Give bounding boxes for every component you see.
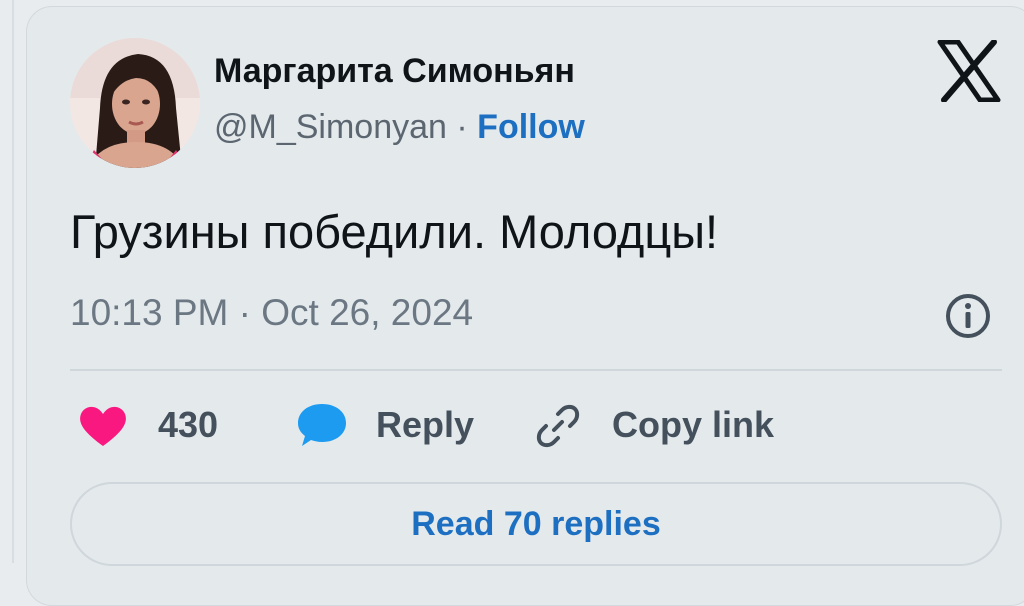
divider	[70, 369, 1002, 371]
follow-button[interactable]: Follow	[477, 108, 585, 146]
link-icon[interactable]	[534, 402, 582, 450]
avatar[interactable]	[70, 38, 200, 168]
avatar-photo	[70, 38, 200, 168]
reply-button[interactable]: Reply	[376, 404, 474, 446]
heart-icon[interactable]	[78, 404, 128, 448]
author-handle[interactable]: @M_Simonyan	[214, 108, 447, 146]
copy-link-button[interactable]: Copy link	[612, 404, 774, 446]
author-handle-row: @M_Simonyan · Follow	[214, 108, 585, 147]
x-logo-icon[interactable]	[936, 40, 1002, 102]
read-replies-button[interactable]: Read 70 replies	[70, 482, 1002, 566]
page-edge-line	[12, 0, 14, 563]
tweet-text: Грузины победили. Молодцы!	[70, 205, 719, 258]
like-count: 430	[158, 404, 219, 445]
speech-bubble-icon[interactable]	[296, 402, 348, 448]
author-name[interactable]: Маргарита Симоньян	[214, 52, 575, 91]
tweet-timestamp[interactable]: 10:13 PM · Oct 26, 2024	[70, 292, 473, 334]
handle-separator: ·	[456, 108, 468, 146]
info-icon[interactable]	[944, 292, 992, 340]
